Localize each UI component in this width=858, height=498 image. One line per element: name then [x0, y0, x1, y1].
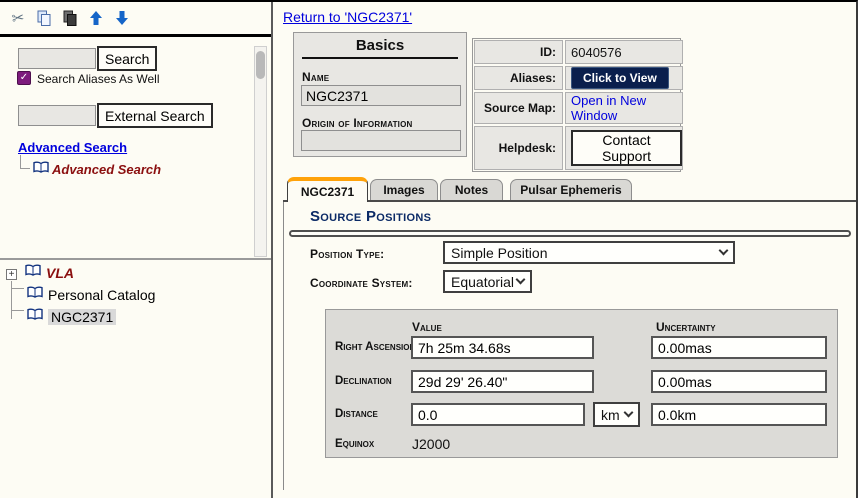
tree-item-advanced-search[interactable]: Advanced Search	[52, 162, 161, 177]
tab-images[interactable]: Images	[370, 179, 438, 200]
source-positions-heading: Source Positions	[310, 208, 431, 225]
distance-unit-select[interactable]: km	[593, 402, 640, 427]
tree-item-vla[interactable]: VLA	[25, 264, 74, 282]
name-label: Name	[302, 70, 329, 84]
tree-item-ngc2371[interactable]: NGC2371	[27, 308, 116, 326]
basics-panel: Basics Name Origin of Information	[293, 32, 467, 157]
right-ascension-uncertainty-field[interactable]	[651, 336, 827, 359]
position-type-select[interactable]: Simple Position	[443, 241, 735, 264]
source-info-table: ID: 6040576 Aliases: Click to View Sourc…	[472, 38, 681, 172]
chevron-down-icon	[516, 275, 526, 285]
tab-notes[interactable]: Notes	[440, 179, 503, 200]
tree-expand-icon[interactable]: +	[6, 269, 17, 280]
aliases-label: Aliases:	[474, 66, 563, 90]
tab-baseline	[283, 200, 856, 202]
aliases-view-button[interactable]: Click to View	[571, 67, 669, 89]
search-input[interactable]	[18, 48, 96, 69]
search-panel: Search ✓ Search Aliases As Well External…	[0, 37, 272, 258]
tree-item-label: Personal Catalog	[48, 287, 155, 303]
open-book-icon	[27, 286, 43, 304]
open-book-icon	[27, 308, 43, 326]
tab-ngc2371[interactable]: NGC2371	[287, 177, 368, 202]
move-down-icon[interactable]	[113, 9, 131, 27]
equinox-label: Equinox	[335, 438, 374, 450]
tab-card-border	[283, 202, 284, 490]
basics-title-underline	[302, 57, 458, 59]
tree-connector	[11, 281, 12, 319]
main-content: Return to 'NGC2371' Basics Name Origin o…	[278, 2, 856, 498]
equinox-value: J2000	[412, 436, 450, 452]
scrollbar-thumb[interactable]	[256, 51, 265, 79]
copy-icon[interactable]	[35, 9, 53, 27]
tree-connector	[11, 310, 24, 311]
uncertainty-header: Uncertainty	[656, 320, 716, 334]
contact-support-button[interactable]: Contact Support	[571, 130, 682, 166]
return-link[interactable]: Return to 'NGC2371'	[283, 9, 412, 25]
section-divider	[289, 230, 851, 237]
tree-item-label: VLA	[46, 265, 74, 281]
tree-connector	[11, 288, 24, 289]
helpdesk-label: Helpdesk:	[474, 126, 563, 170]
search-aliases-checkbox[interactable]: ✓	[17, 71, 31, 85]
source-map-link[interactable]: Open in New Window	[571, 93, 682, 123]
tab-bar: NGC2371 Images Notes Pulsar Ephemeris	[283, 177, 856, 202]
declination-field[interactable]	[411, 370, 594, 393]
name-field[interactable]	[301, 85, 461, 106]
advanced-search-link[interactable]: Advanced Search	[18, 140, 127, 155]
chevron-down-icon	[624, 408, 634, 418]
cut-icon[interactable]: ✂	[8, 8, 28, 28]
move-up-icon[interactable]	[87, 9, 105, 27]
value-header: Value	[412, 320, 442, 334]
paste-icon[interactable]	[61, 9, 79, 27]
origin-label: Origin of Information	[302, 116, 413, 130]
distance-unit-value: km	[601, 407, 620, 423]
sidebar-main-divider[interactable]	[271, 2, 273, 498]
position-type-label: Position Type:	[310, 247, 384, 261]
tab-pulsar-ephemeris[interactable]: Pulsar Ephemeris	[510, 179, 632, 200]
tree-connector	[20, 155, 30, 169]
app-window: ✂ Search ✓ Search Aliases As Well Extern…	[0, 0, 858, 498]
open-book-icon	[25, 264, 41, 282]
open-book-icon	[33, 161, 49, 179]
declination-label: Declination	[335, 375, 392, 387]
basics-title: Basics	[294, 37, 466, 54]
distance-uncertainty-field[interactable]	[651, 403, 827, 426]
catalog-tree: + VLA Personal Catalog NGC2371	[0, 260, 270, 498]
id-label: ID:	[474, 40, 563, 64]
position-type-value: Simple Position	[451, 245, 548, 261]
id-value: 6040576	[565, 40, 683, 64]
tree-item-label: NGC2371	[48, 309, 116, 325]
chevron-down-icon	[719, 246, 729, 256]
origin-field[interactable]	[301, 130, 461, 151]
toolbar: ✂	[0, 2, 272, 34]
coordinate-system-select[interactable]: Equatorial	[443, 270, 532, 293]
coordinate-system-value: Equatorial	[451, 274, 514, 290]
tree-item-personal-catalog[interactable]: Personal Catalog	[27, 286, 155, 304]
left-sidebar: ✂ Search ✓ Search Aliases As Well Extern…	[0, 2, 272, 498]
search-button[interactable]: Search	[97, 46, 157, 71]
sidebar-scrollbar[interactable]	[254, 46, 267, 257]
declination-uncertainty-field[interactable]	[651, 370, 827, 393]
position-values-table: Value Uncertainty Right Ascension Declin…	[325, 309, 838, 458]
distance-field[interactable]	[411, 403, 585, 426]
coordinate-system-label: Coordinate System:	[310, 276, 413, 290]
right-ascension-label: Right Ascension	[335, 341, 415, 353]
right-ascension-field[interactable]	[411, 336, 594, 359]
external-search-button[interactable]: External Search	[97, 103, 213, 128]
external-search-input[interactable]	[18, 105, 96, 126]
distance-label: Distance	[335, 408, 378, 420]
search-aliases-label: Search Aliases As Well	[37, 72, 160, 86]
source-map-label: Source Map:	[474, 92, 563, 124]
